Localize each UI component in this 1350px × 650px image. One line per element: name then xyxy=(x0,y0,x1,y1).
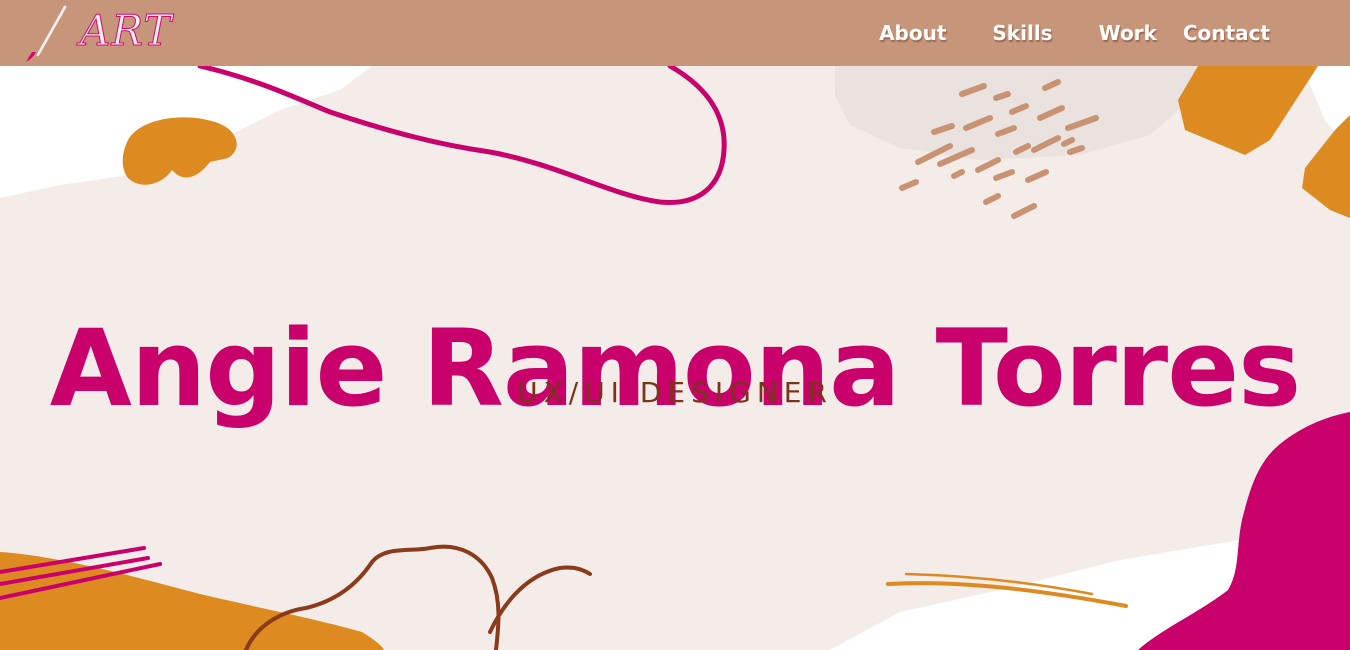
hero-name: Angie Ramona Torres xyxy=(49,307,1301,431)
nav-link-skills[interactable]: Skills xyxy=(992,21,1052,45)
grey-blob-top-right xyxy=(835,62,1210,160)
nav-link-about[interactable]: About xyxy=(879,21,946,45)
brown-line-bottom-2 xyxy=(488,565,592,634)
nav-link-contact[interactable]: Contact xyxy=(1183,21,1270,45)
nav-link-work[interactable]: Work xyxy=(1099,21,1157,45)
orange-stroke-top-right xyxy=(1178,66,1318,155)
paintbrush-icon xyxy=(26,5,67,62)
main-nav: About Skills Work Contact xyxy=(879,0,1270,66)
navbar: ART About Skills Work Contact xyxy=(0,0,1350,66)
brand-logo[interactable]: ART xyxy=(18,2,172,64)
logo-text: ART xyxy=(79,6,173,56)
hero-role: UX/UI DESIGNER xyxy=(517,376,833,409)
orange-stroke-right-edge xyxy=(1302,115,1350,218)
